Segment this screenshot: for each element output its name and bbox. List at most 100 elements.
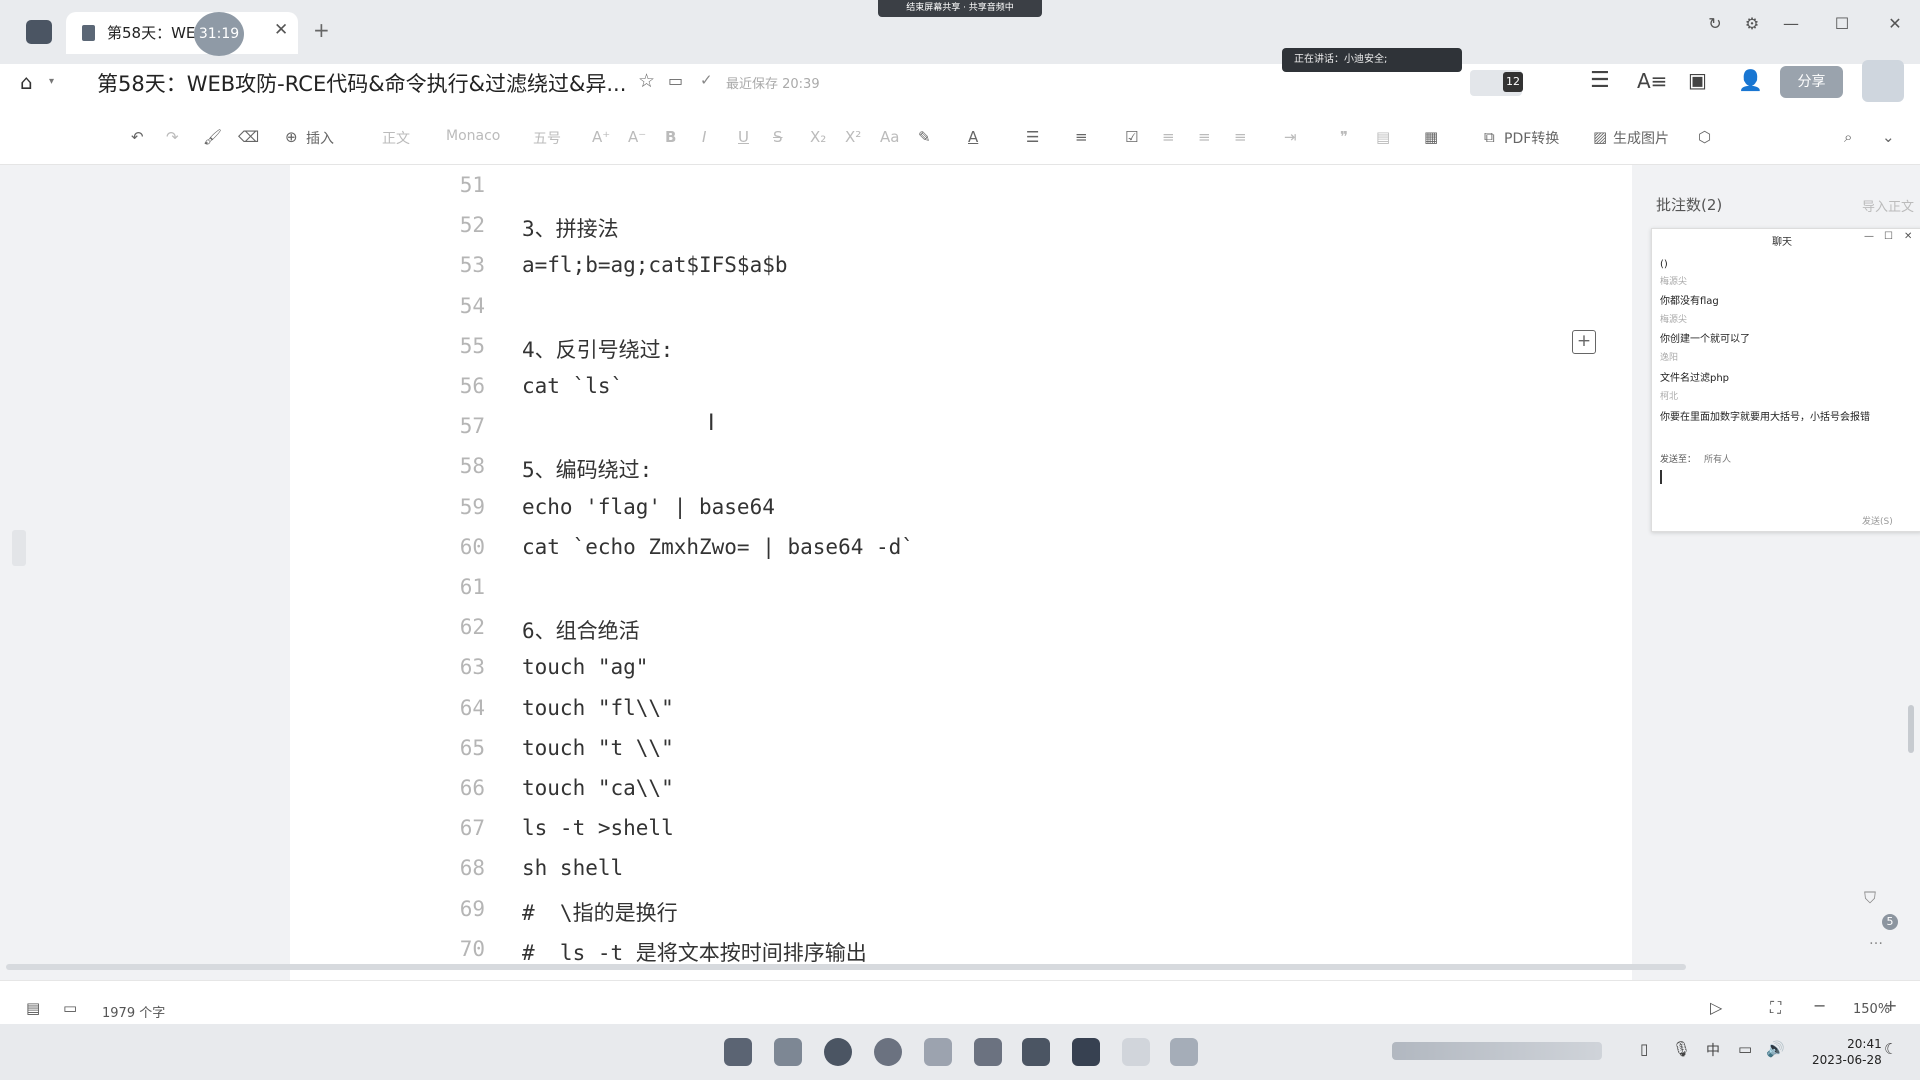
code-line[interactable]: ls -t >shell: [522, 816, 674, 840]
present-icon[interactable]: ▣: [1688, 68, 1707, 92]
code-line[interactable]: touch "ag": [522, 655, 648, 679]
document-page[interactable]: 51 52 3、拼接法 53 a=fl;b=ag;cat$IFS$a$b 54 55 4、反引…: [290, 165, 1632, 980]
screen-share-banner[interactable]: 结束屏幕共享 · 共享音频中: [878, 0, 1042, 17]
code-line[interactable]: touch "ca\\": [522, 776, 674, 800]
app-logo-icon[interactable]: [26, 20, 52, 44]
indent-icon[interactable]: ⇥: [1284, 128, 1297, 146]
page-view-icon[interactable]: ▭: [63, 999, 77, 1017]
quote-icon[interactable]: ❞: [1340, 128, 1348, 146]
outline-view-icon[interactable]: ▤: [26, 999, 40, 1017]
font-size-select[interactable]: 五号: [533, 128, 561, 148]
align-left-icon[interactable]: ≡: [1162, 128, 1175, 146]
share-button[interactable]: 分享: [1780, 66, 1843, 98]
strikethrough-icon[interactable]: S: [773, 128, 783, 146]
more-icon[interactable]: …: [1869, 932, 1883, 948]
phone-icon[interactable]: ▯: [1640, 1040, 1648, 1058]
code-line[interactable]: a=fl;b=ag;cat$IFS$a$b: [522, 253, 788, 277]
steam-icon[interactable]: [974, 1038, 1002, 1066]
generate-image-button[interactable]: 生成图片: [1613, 128, 1669, 148]
redo-icon[interactable]: ↷: [166, 128, 179, 146]
refresh-icon[interactable]: ↻: [1700, 14, 1730, 33]
vertical-scrollbar[interactable]: [1908, 705, 1914, 753]
chat-window[interactable]: 聊天 — ☐ ✕ () 梅源尖 你都没有flag 梅源尖 你创建一个就可以了 逸…: [1651, 228, 1920, 532]
clear-format-icon[interactable]: ⌫: [238, 128, 259, 146]
horizontal-scrollbar[interactable]: [6, 964, 1686, 970]
code-line[interactable]: cat `echo ZmxhZwo= | base64 -d`: [522, 535, 914, 559]
collaborators-icon[interactable]: 👤: [1738, 68, 1763, 92]
subscript-icon[interactable]: X₂: [810, 128, 826, 146]
terminal-icon[interactable]: [1072, 1038, 1100, 1066]
chrome-icon[interactable]: [874, 1038, 902, 1066]
code-line[interactable]: touch "fl\\": [522, 696, 674, 720]
system-clock[interactable]: 20:41 2023-06-28: [1812, 1036, 1882, 1068]
increase-font-icon[interactable]: A⁺: [592, 128, 610, 146]
document-title[interactable]: 第58天：WEB攻防-RCE代码&命令执行&过滤绕过&异...: [97, 68, 626, 98]
settings-icon[interactable]: ⚙: [1737, 14, 1767, 33]
italic-icon[interactable]: I: [702, 128, 706, 146]
avatar[interactable]: [1862, 60, 1904, 102]
zoom-in-icon[interactable]: +: [1884, 996, 1897, 1015]
home-icon[interactable]: ⌂: [20, 70, 33, 94]
meeting-app-icon[interactable]: [1170, 1038, 1198, 1066]
code-line[interactable]: echo 'flag' | base64: [522, 495, 775, 519]
notes-app-icon[interactable]: [924, 1038, 952, 1066]
font-family-select[interactable]: Monaco: [446, 128, 500, 144]
chat-input[interactable]: [1656, 467, 1914, 507]
code-line[interactable]: # ls -t 是将文本按时间排序输出: [522, 937, 867, 967]
code-line[interactable]: cat `ls`: [522, 374, 623, 398]
collapse-icon[interactable]: ⌄: [1882, 128, 1895, 146]
code-line[interactable]: 3、拼接法: [522, 213, 619, 243]
zoom-out-icon[interactable]: −: [1813, 996, 1826, 1015]
shield-icon[interactable]: ⛉: [1864, 888, 1876, 908]
tool-app-icon[interactable]: [1122, 1038, 1150, 1066]
search-icon[interactable]: ⌕: [1844, 128, 1852, 146]
edge-browser-icon[interactable]: [824, 1038, 852, 1066]
chat-minimize-icon[interactable]: —: [1864, 231, 1874, 242]
bullet-list-icon[interactable]: ☰: [1026, 128, 1039, 146]
code-block-icon[interactable]: ▤: [1376, 128, 1390, 146]
close-tab-icon[interactable]: ✕: [274, 20, 288, 40]
undo-icon[interactable]: ↶: [131, 128, 144, 146]
code-line[interactable]: sh shell: [522, 856, 623, 880]
word-count[interactable]: 1979 个字: [102, 1002, 165, 1021]
highlight-icon[interactable]: ✎: [918, 128, 931, 146]
code-line[interactable]: # \指的是换行: [522, 897, 678, 927]
code-line[interactable]: 6、组合绝活: [522, 615, 640, 645]
code-line[interactable]: 4、反引号绕过:: [522, 334, 673, 364]
code-line[interactable]: touch "t \\": [522, 736, 674, 760]
outline-toggle[interactable]: [12, 530, 26, 566]
align-center-icon[interactable]: ≡: [1198, 128, 1211, 146]
checklist-icon[interactable]: ☑: [1125, 128, 1138, 146]
paragraph-style-select[interactable]: 正文: [382, 128, 410, 148]
chat-close-icon[interactable]: ✕: [1904, 231, 1912, 242]
chat-maximize-icon[interactable]: ☐: [1884, 231, 1893, 242]
new-tab-icon[interactable]: +: [313, 18, 330, 42]
minimize-icon[interactable]: —: [1776, 14, 1806, 33]
menu-icon[interactable]: ☰: [1590, 68, 1610, 93]
file-explorer-icon[interactable]: [774, 1038, 802, 1066]
decrease-font-icon[interactable]: A⁻: [628, 128, 646, 146]
table-icon[interactable]: ▦: [1424, 128, 1438, 146]
pdf-icon[interactable]: ⧉: [1484, 128, 1495, 146]
maximize-icon[interactable]: ☐: [1827, 14, 1857, 33]
close-window-icon[interactable]: ✕: [1880, 14, 1910, 33]
text-format-icon[interactable]: A≡: [1637, 69, 1667, 93]
insert-menu[interactable]: 插入: [306, 128, 334, 148]
format-painter-icon[interactable]: 🖌: [203, 128, 222, 146]
font-color-icon[interactable]: A: [968, 128, 978, 146]
star-icon[interactable]: ☆: [638, 70, 655, 92]
app-plugin-icon[interactable]: ⬡: [1698, 128, 1711, 146]
code-line[interactable]: 5、编码绕过:: [522, 454, 652, 484]
superscript-icon[interactable]: X²: [845, 128, 861, 146]
underline-icon[interactable]: U: [738, 128, 749, 146]
numbered-list-icon[interactable]: ≡: [1075, 128, 1088, 146]
start-menu-icon[interactable]: [724, 1038, 752, 1066]
chat-send-button[interactable]: 发送(S): [1862, 514, 1893, 527]
pdf-convert-button[interactable]: PDF转换: [1504, 128, 1559, 148]
ime-indicator[interactable]: 中: [1706, 1040, 1720, 1060]
notifications-icon[interactable]: ☾: [1884, 1040, 1897, 1058]
text-direction-icon[interactable]: Aa: [880, 128, 899, 146]
image-icon[interactable]: ▨: [1593, 128, 1607, 146]
bold-icon[interactable]: B: [665, 128, 676, 146]
volume-icon[interactable]: 🔊: [1766, 1040, 1785, 1058]
